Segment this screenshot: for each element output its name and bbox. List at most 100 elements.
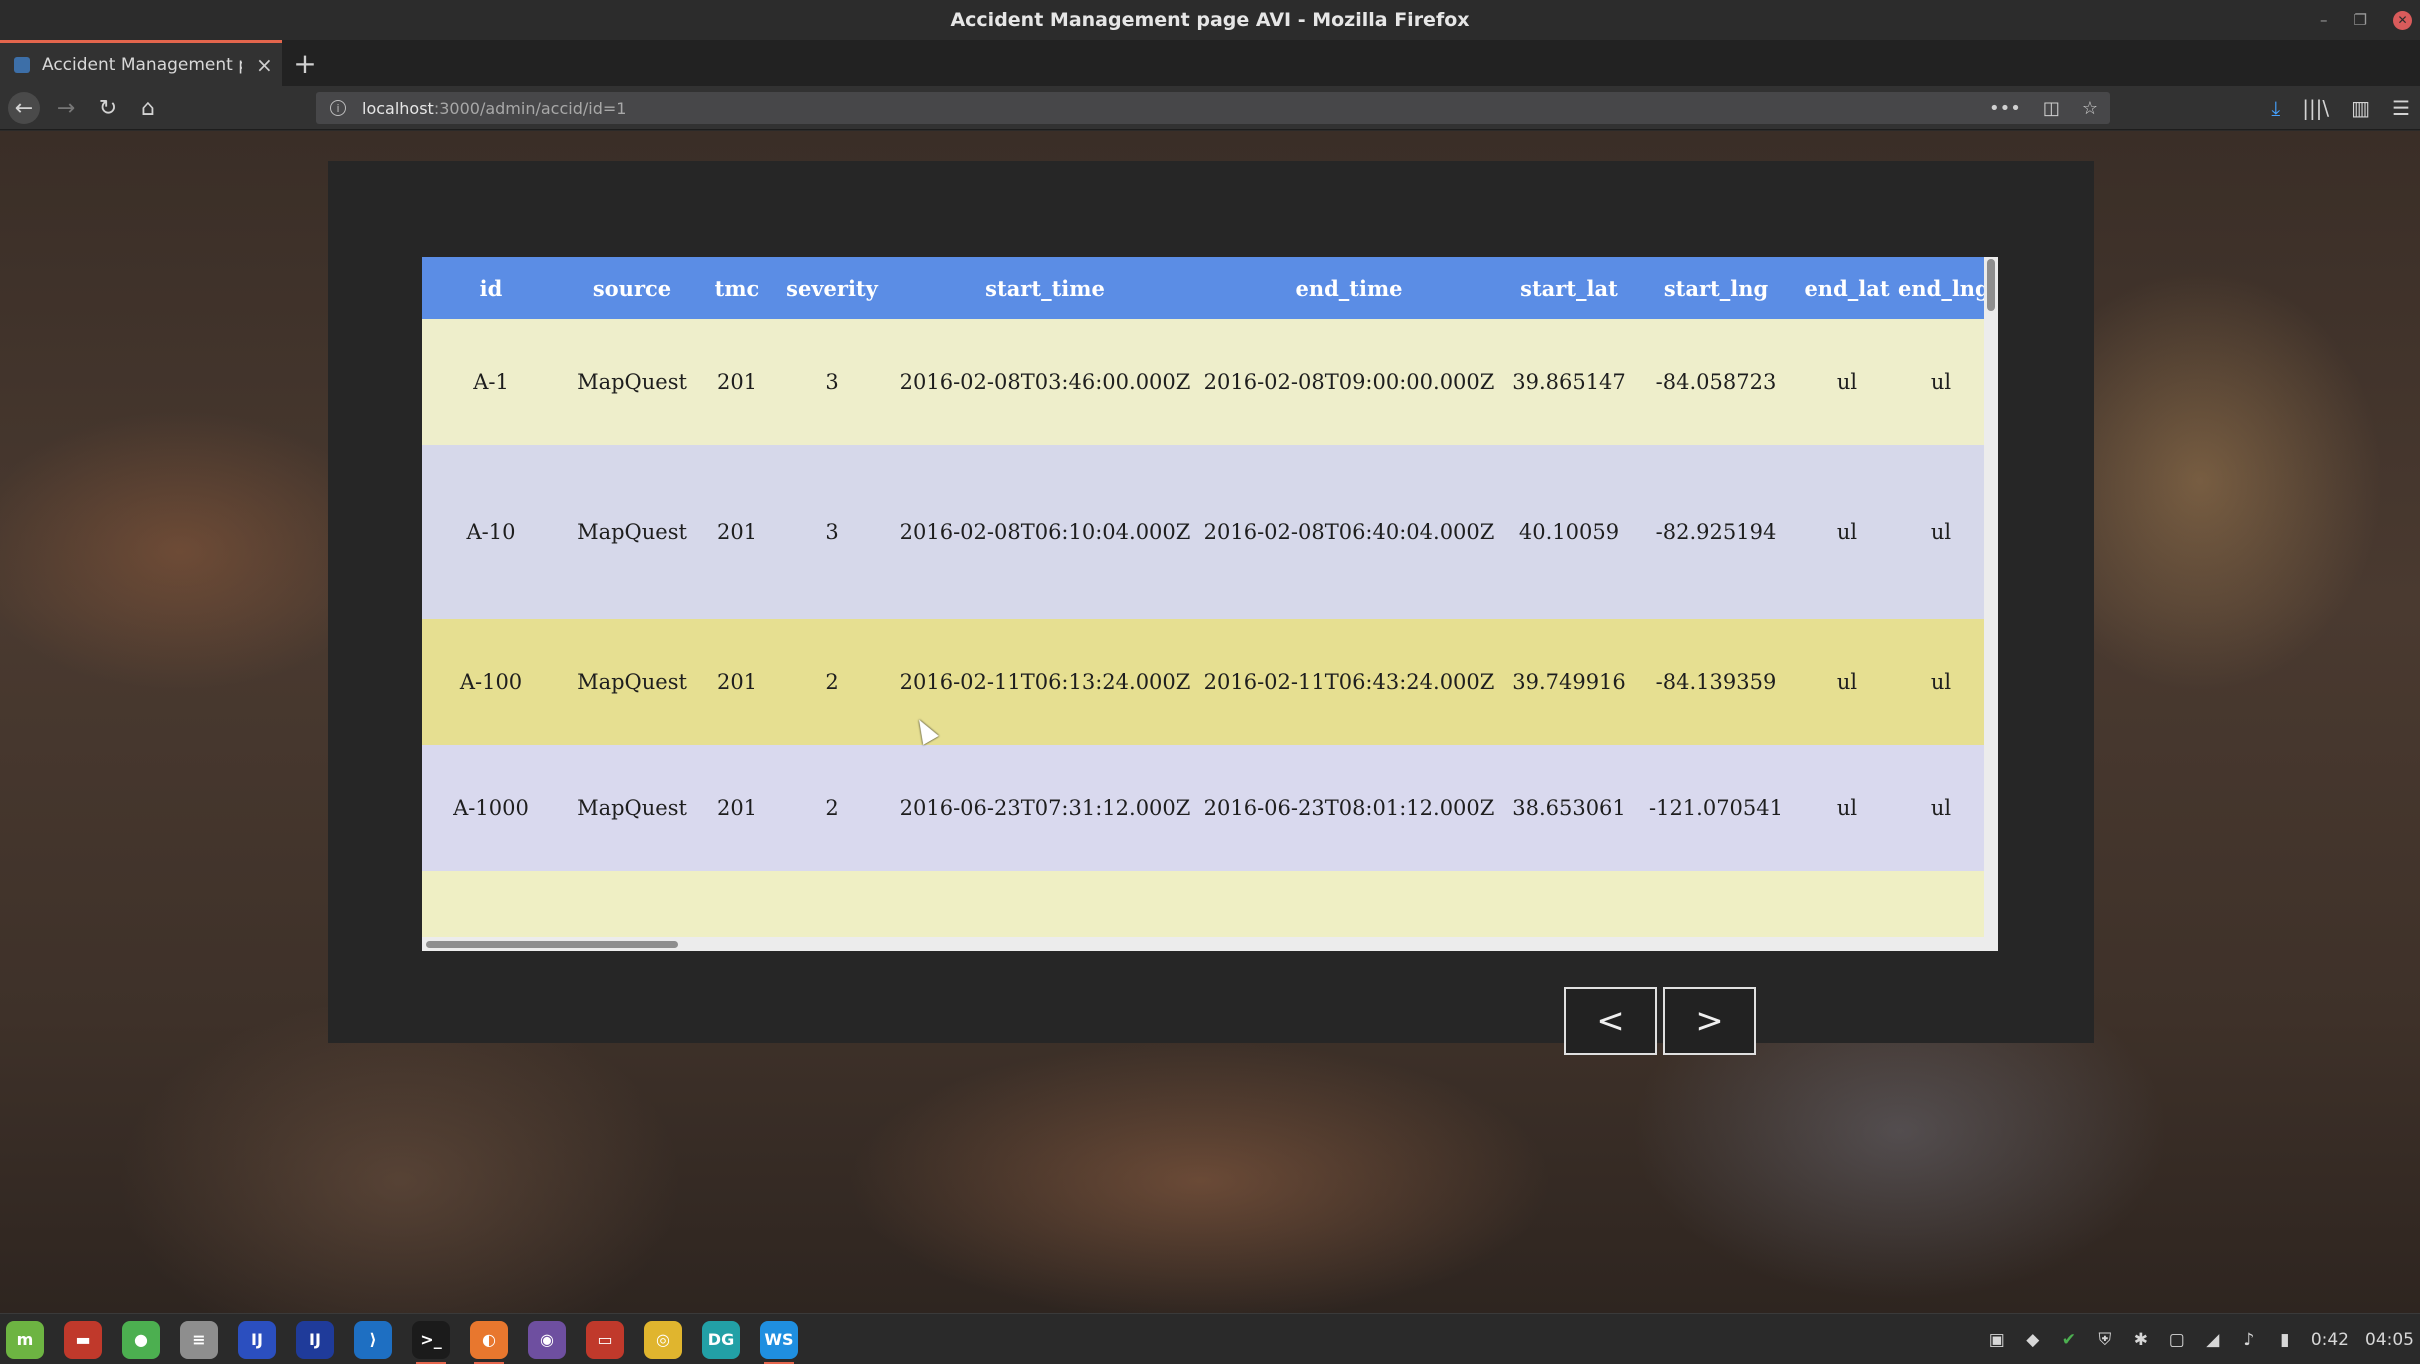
column-header[interactable]: start_lat <box>1502 257 1636 319</box>
home-button[interactable]: ⌂ <box>132 92 164 124</box>
table-cell: 2016-06-23T08:01:12.000Z <box>1196 745 1502 871</box>
column-header[interactable]: source <box>560 257 704 319</box>
library-icon[interactable]: |||\ <box>2302 96 2329 120</box>
previous-page-button[interactable]: < <box>1564 987 1657 1055</box>
table-cell: 2016-02-11T06:13:24.000Z <box>894 619 1196 745</box>
table-cell: ul <box>1796 319 1898 445</box>
column-header[interactable]: end_lat <box>1796 257 1898 319</box>
volume-icon[interactable]: ♪ <box>2239 1330 2259 1350</box>
column-header[interactable]: end_lng <box>1898 257 1984 319</box>
bookmark-star-icon[interactable]: ☆ <box>2082 98 2098 119</box>
tab-bar: Accident Management page AVI × + <box>0 40 2420 86</box>
table-cell: 2016-02-08T03:46:00.000Z <box>894 319 1196 445</box>
table-cell: 2016-02-11T06:43:24.000Z <box>1196 619 1502 745</box>
vscode-launcher-icon[interactable]: ⟩ <box>354 1320 392 1359</box>
vertical-scrollbar[interactable] <box>1984 257 1998 951</box>
column-header[interactable]: tmc <box>704 257 770 319</box>
horizontal-scrollbar[interactable] <box>422 937 1984 951</box>
table-row[interactable]: A-1 MapQuest 201 3 2016-02-08T03:46:00.0… <box>422 319 1984 445</box>
table-cell: -84.139359 <box>1636 619 1796 745</box>
battery-time: 0:42 <box>2310 1329 2349 1350</box>
folder-launcher-icon[interactable]: ▭ <box>586 1320 624 1359</box>
vertical-scroll-thumb[interactable] <box>1987 259 1995 311</box>
column-header[interactable]: severity <box>770 257 894 319</box>
table-cell: 2 <box>770 619 894 745</box>
url-path: :3000/admin/accid/id=1 <box>433 98 627 118</box>
page-actions-icon[interactable]: ••• <box>1989 98 2021 119</box>
site-info-icon[interactable]: i <box>330 100 346 116</box>
datagrip-launcher-icon[interactable]: DG <box>702 1320 740 1359</box>
close-window-button[interactable]: ✕ <box>2393 10 2412 30</box>
content-panel: id source tmc severity start_time end_ti… <box>328 161 2094 1055</box>
downloads-icon[interactable]: ⤓ <box>2271 96 2280 120</box>
table-cell: ul <box>1796 619 1898 745</box>
menu-icon[interactable]: ☰ <box>2392 96 2410 120</box>
forward-button[interactable]: → <box>50 92 82 124</box>
column-header[interactable]: start_time <box>894 257 1196 319</box>
column-header[interactable]: end_time <box>1196 257 1502 319</box>
favicon-icon <box>14 56 30 73</box>
files-launcher-icon[interactable]: ▬ <box>64 1320 102 1359</box>
reload-button[interactable]: ↻ <box>92 92 124 124</box>
table-cell: ul <box>1898 745 1984 871</box>
table-cell: A-1 <box>422 319 560 445</box>
shield-icon[interactable]: ⛨ <box>2095 1330 2115 1350</box>
new-tab-button[interactable]: + <box>290 40 320 86</box>
battery-icon[interactable]: ▮ <box>2275 1330 2295 1350</box>
accident-table-container: id source tmc severity start_time end_ti… <box>422 257 1998 951</box>
terminal-green-launcher-icon[interactable]: ● <box>122 1320 160 1359</box>
table-cell: 40.10059 <box>1502 445 1636 619</box>
table-cell: A-1000 <box>422 745 560 871</box>
table-row[interactable] <box>422 871 1984 941</box>
table-cell: 201 <box>704 619 770 745</box>
table-cell: 2016-02-08T06:40:04.000Z <box>1196 445 1502 619</box>
maximize-button[interactable]: ❐ <box>2354 11 2367 29</box>
table-cell: ul <box>1796 745 1898 871</box>
table-row[interactable]: A-10 MapQuest 201 3 2016-02-08T06:10:04.… <box>422 445 1984 619</box>
table-cell: 2 <box>770 745 894 871</box>
tab-close-icon[interactable]: × <box>256 53 273 77</box>
camera-icon[interactable]: ▣ <box>1987 1330 2007 1350</box>
next-page-button[interactable]: > <box>1663 987 1756 1055</box>
chrome-launcher-icon[interactable]: ◎ <box>644 1320 682 1359</box>
update-check-icon[interactable]: ✔ <box>2059 1330 2079 1350</box>
firefox-launcher-icon[interactable]: ◐ <box>470 1320 508 1364</box>
table-cell-partial <box>422 871 1984 941</box>
table-cell: MapQuest <box>560 745 704 871</box>
pocket-icon[interactable]: ◫ <box>2043 98 2060 119</box>
table-cell: -84.058723 <box>1636 319 1796 445</box>
github-launcher-icon[interactable]: ◉ <box>528 1320 566 1359</box>
intellij-1-launcher-icon[interactable]: IJ <box>238 1320 276 1359</box>
table-cell: MapQuest <box>560 445 704 619</box>
webstorm-launcher-icon[interactable]: WS <box>760 1320 798 1364</box>
page-viewport: id source tmc severity start_time end_ti… <box>0 131 2420 1313</box>
column-header[interactable]: start_lng <box>1636 257 1796 319</box>
bluetooth-icon[interactable]: ✱ <box>2131 1330 2151 1350</box>
window-title: Accident Management page AVI - Mozilla F… <box>950 9 1470 31</box>
mint-menu-launcher-icon[interactable]: m <box>6 1320 44 1359</box>
sidebar-icon[interactable]: ▥ <box>2351 96 2370 120</box>
table-row[interactable]: A-1000 MapQuest 201 2 2016-06-23T07:31:1… <box>422 745 1984 871</box>
table-cell: 2016-02-08T06:10:04.000Z <box>894 445 1196 619</box>
terminal-launcher-icon[interactable]: >_ <box>412 1320 450 1364</box>
table-cell: A-10 <box>422 445 560 619</box>
teams-icon[interactable]: ◆ <box>2023 1330 2043 1350</box>
url-bar[interactable]: i localhost :3000/admin/accid/id=1 ••• ◫… <box>316 92 2110 124</box>
minimize-button[interactable]: – <box>2320 11 2328 29</box>
table-cell: A-100 <box>422 619 560 745</box>
back-button[interactable]: ← <box>8 92 40 124</box>
table-row[interactable]: A-100 MapQuest 201 2 2016-02-11T06:13:24… <box>422 619 1984 745</box>
column-header[interactable]: id <box>422 257 560 319</box>
intellij-2-launcher-icon[interactable]: IJ <box>296 1320 334 1359</box>
tab-accident-management[interactable]: Accident Management page AVI × <box>0 40 282 86</box>
settings-launcher-icon[interactable]: ≡ <box>180 1320 218 1359</box>
pagination: < > <box>1564 987 1756 1055</box>
horizontal-scroll-thumb[interactable] <box>426 941 678 948</box>
keyboard-icon[interactable]: ▢ <box>2167 1330 2187 1350</box>
url-actions: ••• ◫ ☆ <box>1989 92 2098 124</box>
table-cell: 38.653061 <box>1502 745 1636 871</box>
desktop-taskbar: m ▬ ● ≡ IJ IJ ⟩ >_ ◐ ◉ ▭ ◎ DG WS ▣ ◆ ✔ ⛨ ✱ ▢ ◢ ♪ ▮ 0:… <box>0 1313 2420 1364</box>
table-cell: 2016-06-23T07:31:12.000Z <box>894 745 1196 871</box>
wifi-icon[interactable]: ◢ <box>2203 1330 2223 1350</box>
clock[interactable]: 04:05 <box>2365 1330 2414 1350</box>
